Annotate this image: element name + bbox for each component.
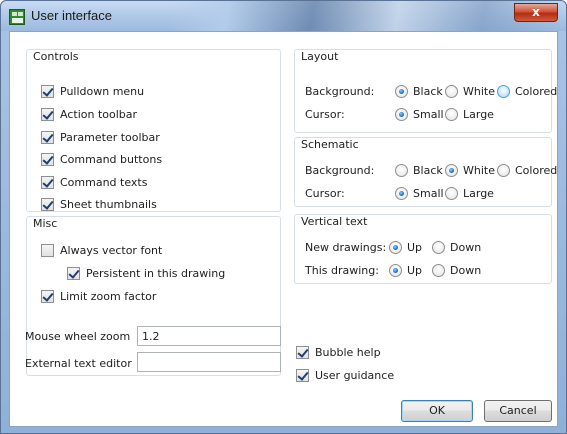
schematic-title: Schematic <box>301 138 359 151</box>
checkbox-icon[interactable] <box>41 84 54 98</box>
checkbox-always-vector-font[interactable]: Always vector font <box>41 242 162 258</box>
this-drawing-up-option[interactable]: Up <box>389 263 422 277</box>
checkbox-icon[interactable] <box>41 197 54 211</box>
layout-bg-white-option[interactable]: White <box>445 84 495 98</box>
layout-bg-colored-option[interactable]: Colored <box>497 84 557 98</box>
checkbox-pulldown-menu[interactable]: Pulldown menu <box>41 83 144 99</box>
window-title: User interface <box>31 8 112 23</box>
mouse-wheel-zoom-input[interactable] <box>137 326 281 346</box>
radio-icon[interactable] <box>389 240 402 254</box>
close-button[interactable]: x <box>514 3 558 22</box>
new-drawings-down-option[interactable]: Down <box>432 240 481 254</box>
layout-cursor-small-option[interactable]: Small <box>395 107 444 121</box>
schematic-cursor-row: Cursor: Small Large <box>305 186 494 200</box>
radio-icon[interactable] <box>497 163 510 177</box>
dialog-client: Controls Pulldown menu Action toolbar Pa… <box>9 31 558 427</box>
radio-icon[interactable] <box>395 186 408 200</box>
cancel-button[interactable]: Cancel <box>484 400 552 422</box>
schematic-group: Schematic Background: Black White Colore… <box>294 137 558 207</box>
this-drawing-down-option[interactable]: Down <box>432 263 481 277</box>
checkbox-parameter-toolbar[interactable]: Parameter toolbar <box>41 129 160 145</box>
layout-cursor-large-option[interactable]: Large <box>445 107 494 121</box>
radio-icon[interactable] <box>445 107 458 121</box>
checkbox-icon[interactable] <box>41 175 54 189</box>
radio-icon[interactable] <box>497 84 510 98</box>
layout-background-row: Background: Black White Colored <box>305 84 558 98</box>
checkbox-icon[interactable] <box>41 107 54 121</box>
radio-icon[interactable] <box>395 84 408 98</box>
checkbox-icon[interactable] <box>296 368 309 382</box>
radio-icon[interactable] <box>389 263 402 277</box>
layout-group: Layout Background: Black White Colored C… <box>294 49 558 133</box>
app-icon <box>9 9 25 25</box>
radio-icon[interactable] <box>445 186 458 200</box>
radio-icon[interactable] <box>432 263 445 277</box>
checkbox-icon[interactable] <box>41 243 54 257</box>
external-text-editor-input[interactable] <box>137 352 281 372</box>
radio-icon[interactable] <box>395 163 408 177</box>
checkbox-icon[interactable] <box>41 130 54 144</box>
controls-group: Controls Pulldown menu Action toolbar Pa… <box>26 49 281 212</box>
checkbox-user-guidance[interactable]: User guidance <box>296 367 394 383</box>
vertical-text-group: Vertical text New drawings: Up Down This… <box>294 214 552 284</box>
schematic-bg-colored-option[interactable]: Colored <box>497 163 557 177</box>
title-bar[interactable]: User interface x <box>1 1 566 31</box>
checkbox-action-toolbar[interactable]: Action toolbar <box>41 106 137 122</box>
radio-icon[interactable] <box>445 163 458 177</box>
new-drawings-up-option[interactable]: Up <box>389 240 422 254</box>
checkbox-sheet-thumbnails[interactable]: Sheet thumbnails <box>41 196 157 212</box>
controls-title: Controls <box>33 50 79 63</box>
checkbox-icon[interactable] <box>67 266 80 280</box>
misc-title: Misc <box>33 217 58 230</box>
schematic-cursor-small-option[interactable]: Small <box>395 186 444 200</box>
checkbox-command-buttons[interactable]: Command buttons <box>41 151 162 167</box>
schematic-bg-white-option[interactable]: White <box>445 163 495 177</box>
checkbox-icon[interactable] <box>296 345 309 359</box>
ok-button[interactable]: OK <box>401 400 473 422</box>
radio-icon[interactable] <box>432 240 445 254</box>
external-text-editor-label: External text editor <box>25 357 132 370</box>
checkbox-limit-zoom-factor[interactable]: Limit zoom factor <box>41 288 156 304</box>
checkbox-icon[interactable] <box>41 152 54 166</box>
mouse-wheel-zoom-label: Mouse wheel zoom <box>25 330 131 343</box>
layout-title: Layout <box>301 50 339 63</box>
schematic-bg-black-option[interactable]: Black <box>395 163 443 177</box>
checkbox-persistent-in-drawing[interactable]: Persistent in this drawing <box>67 265 225 281</box>
schematic-background-row: Background: Black White Colored <box>305 163 558 177</box>
dialog-window: User interface x Controls Pulldown menu … <box>0 0 567 434</box>
checkbox-bubble-help[interactable]: Bubble help <box>296 344 381 360</box>
new-drawings-row: New drawings: Up Down <box>305 240 482 254</box>
radio-icon[interactable] <box>445 84 458 98</box>
layout-bg-black-option[interactable]: Black <box>395 84 443 98</box>
this-drawing-row: This drawing: Up Down <box>305 263 482 277</box>
checkbox-command-texts[interactable]: Command texts <box>41 174 147 190</box>
vertical-text-title: Vertical text <box>301 215 368 228</box>
radio-icon[interactable] <box>395 107 408 121</box>
layout-cursor-row: Cursor: Small Large <box>305 107 494 121</box>
checkbox-icon[interactable] <box>41 289 54 303</box>
schematic-cursor-large-option[interactable]: Large <box>445 186 494 200</box>
